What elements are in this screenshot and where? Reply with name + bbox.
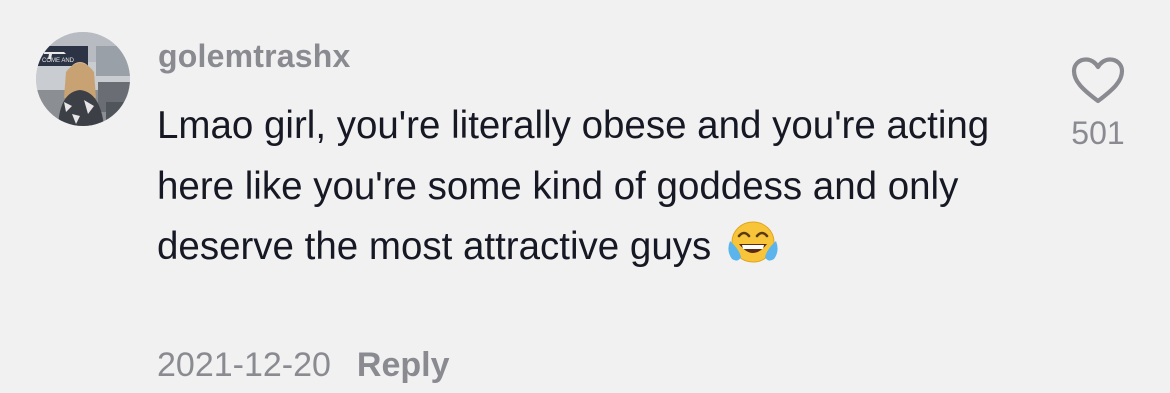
like-control: 501 (1064, 56, 1132, 152)
face-with-tears-of-joy-icon (728, 221, 778, 263)
svg-text:COME AND: COME AND (42, 58, 75, 64)
heart-icon[interactable] (1070, 56, 1126, 106)
comment-meta: 2021-12-20 Reply (157, 346, 450, 385)
like-count: 501 (1071, 115, 1125, 151)
comment-username[interactable]: golemtrashx (158, 38, 350, 75)
avatar[interactable]: COME AND (36, 32, 130, 126)
comment-date: 2021-12-20 (157, 346, 331, 384)
comment-text-block: Lmao girl, you're literally obese and yo… (157, 96, 1037, 278)
reply-button[interactable]: Reply (357, 346, 450, 384)
comment-item: COME AND golemtrashx Lmao girl, you're l… (0, 0, 1170, 393)
comment-text: Lmao girl, you're literally obese and yo… (157, 104, 990, 268)
